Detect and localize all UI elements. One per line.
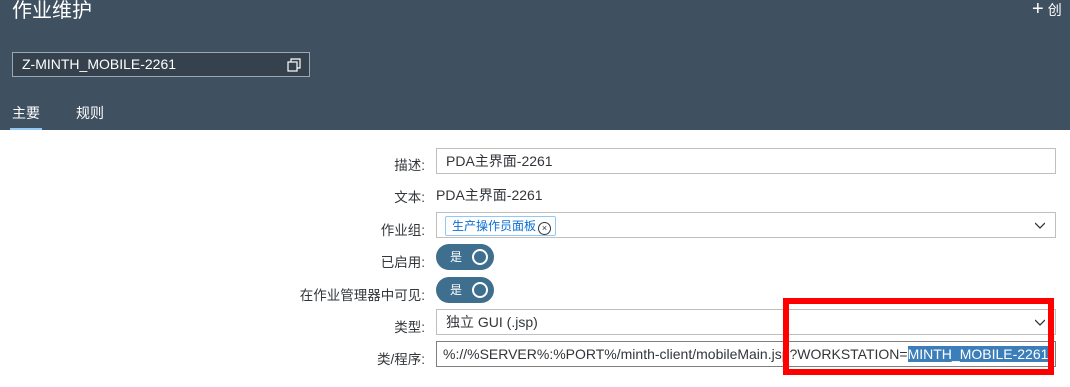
job-group-select[interactable]: 生产操作员面板 × [436,212,1056,238]
visible-switch-label: 是 [450,283,463,297]
visible-switch[interactable]: 是 [436,277,494,303]
enabled-label: 已启用: [380,255,425,270]
enabled-switch[interactable]: 是 [436,244,494,270]
type-value: 独立 GUI (.jsp) [446,314,538,330]
create-button[interactable]: + 创 [1032,0,1062,20]
program-input[interactable]: %://%SERVER%:%PORT%/minth-client/mobileM… [436,341,1056,367]
job-id-value: Z-MINTH_MOBILE-2261 [22,56,177,72]
program-label: 类/程序: [376,352,425,367]
switch-knob [472,282,488,298]
tab-main[interactable]: 主要 [10,103,42,131]
header-bar: 作业维护 + 创 Z-MINTH_MOBILE-2261 主要 规则 [0,0,1070,131]
tab-rules[interactable]: 规则 [76,103,104,123]
copy-icon[interactable] [287,58,301,72]
enabled-switch-label: 是 [450,250,463,264]
job-group-label: 作业组: [380,223,425,238]
switch-knob [472,249,488,265]
job-group-token[interactable]: 生产操作员面板 × [445,216,557,236]
description-value: PDA主界面-2261 [446,153,553,169]
page-title: 作业维护 [12,0,92,22]
description-input[interactable]: PDA主界面-2261 [436,148,1056,174]
program-value-prefix: %://%SERVER%:%PORT%/minth-client/mobileM… [443,346,908,362]
plus-icon: + [1032,0,1044,20]
text-value: PDA主界面-2261 [436,187,543,203]
remove-token-icon[interactable]: × [538,222,552,235]
job-id-field[interactable]: Z-MINTH_MOBILE-2261 [12,52,310,77]
create-label: 创 [1047,2,1062,18]
chevron-down-icon[interactable] [1035,317,1045,327]
type-label: 类型: [394,320,425,335]
chevron-down-icon[interactable] [1035,220,1045,230]
program-value-selected: MINTH_MOBILE-2261 [907,346,1049,362]
description-label: 描述: [394,158,425,173]
type-select[interactable]: 独立 GUI (.jsp) [436,309,1056,335]
text-label: 文本: [394,190,425,205]
visible-label: 在作业管理器中可见: [299,288,425,303]
job-group-token-label: 生产操作员面板 [452,219,537,233]
